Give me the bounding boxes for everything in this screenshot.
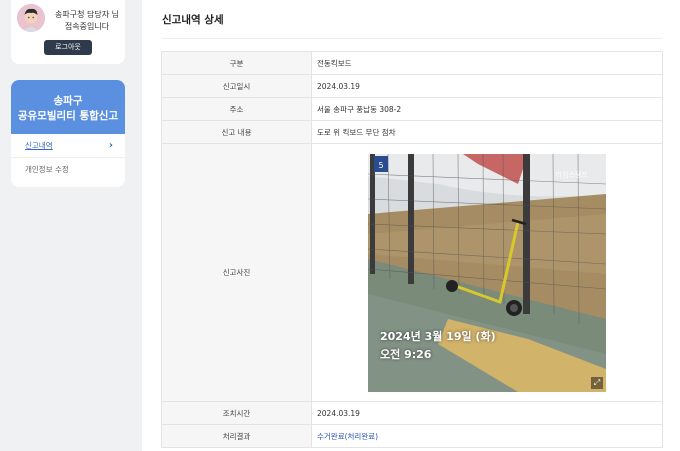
user-greeting: 송파구청 담당자 님 접속중입니다 — [49, 9, 125, 33]
sidebar: 송파구청 담당자 님 접속중입니다 로그아웃 송파구 공유모빌리티 통합신고 신… — [0, 0, 140, 451]
report-photo[interactable]: 5 타임스탬프 2024년 3월 19일 (화) 오전 9:26 ⤢ — [368, 153, 606, 392]
table-row-photo: 신고사진 5 타임스탬프 2024년 3월 19일 (화) 오전 9:26 ⤢ — [161, 143, 663, 402]
menu-title: 송파구 공유모빌리티 통합신고 — [11, 80, 125, 134]
photo-cell: 5 타임스탬프 2024년 3월 19일 (화) 오전 9:26 ⤢ — [311, 143, 663, 402]
chevron-right-icon: › — [108, 140, 113, 151]
menu-title-line2: 공유모빌리티 통합신고 — [17, 110, 119, 122]
user-name: 송파구청 담당자 님 — [55, 10, 119, 19]
menu-title-line1: 송파구 — [53, 95, 83, 107]
table-row: 처리결과 수거완료(처리완료) — [161, 424, 663, 448]
main-content: 신고내역 상세 구분 전동킥보드 신고일시 2024.03.19 주소 서울 송… — [142, 0, 680, 451]
sidebar-item-profile[interactable]: 개인정보 수정 — [11, 158, 125, 182]
row-value: 전동킥보드 — [311, 51, 663, 75]
table-row: 조치시간 2024.03.19 — [161, 401, 663, 425]
page-title: 신고내역 상세 — [162, 14, 224, 26]
report-detail-table: 구분 전동킥보드 신고일시 2024.03.19 주소 서울 송파구 풍납동 3… — [161, 51, 663, 448]
row-label: 조치시간 — [161, 401, 312, 425]
sidebar-item-label: 개인정보 수정 — [25, 165, 69, 174]
photo-timestamp: 2024년 3월 19일 (화) 오전 9:26 — [380, 328, 496, 364]
photo-date: 2024년 3월 19일 (화) — [380, 329, 496, 343]
logout-button[interactable]: 로그아웃 — [44, 40, 92, 55]
row-label: 신고일시 — [161, 74, 312, 98]
menu-card: 송파구 공유모빌리티 통합신고 신고내역 › 개인정보 수정 — [11, 80, 125, 187]
photo-time: 오전 9:26 — [380, 347, 432, 361]
row-value: 도로 위 킥보드 무단 점차 — [311, 120, 663, 144]
photo-brand-watermark: 타임스탬프 — [555, 170, 588, 179]
expand-icon[interactable]: ⤢ — [591, 376, 603, 389]
sidebar-item-label: 신고내역 — [25, 141, 53, 150]
table-row: 구분 전동킥보드 — [161, 51, 663, 75]
table-row: 주소 서울 송파구 풍납동 308-2 — [161, 97, 663, 121]
row-value: 서울 송파구 풍납동 308-2 — [311, 97, 663, 121]
result-status: 수거완료(처리완료) — [317, 431, 379, 441]
login-status: 접속중입니다 — [64, 22, 110, 31]
row-label: 처리결과 — [161, 424, 312, 448]
sidebar-item-reports[interactable]: 신고내역 › — [11, 134, 125, 158]
row-value: 2024.03.19 — [311, 74, 663, 98]
row-label: 주소 — [161, 97, 312, 121]
divider — [162, 38, 662, 39]
row-label: 신고 내용 — [161, 120, 312, 144]
table-row: 신고일시 2024.03.19 — [161, 74, 663, 98]
row-value: 2024.03.19 — [311, 401, 663, 425]
avatar — [17, 4, 45, 32]
pole-sign: 5 — [378, 161, 383, 170]
row-label: 구분 — [161, 51, 312, 75]
user-card: 송파구청 담당자 님 접속중입니다 로그아웃 — [11, 0, 125, 64]
row-value: 수거완료(처리완료) — [311, 424, 663, 448]
table-row: 신고 내용 도로 위 킥보드 무단 점차 — [161, 120, 663, 144]
row-label: 신고사진 — [161, 143, 312, 402]
